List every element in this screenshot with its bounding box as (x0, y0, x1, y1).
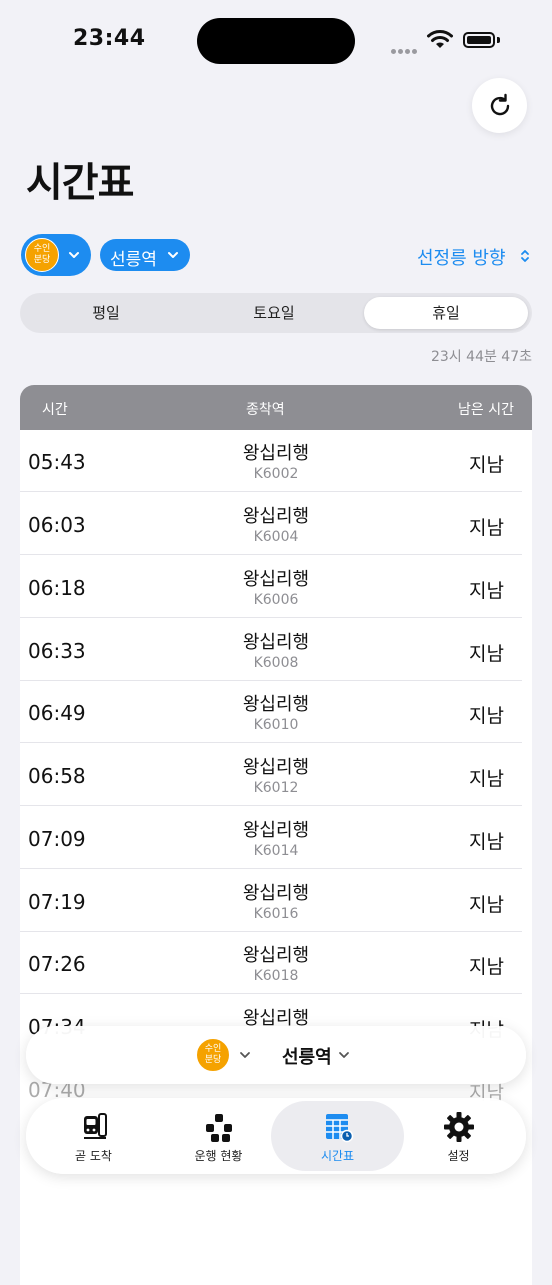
station-selector-button[interactable]: 선릉역 (100, 239, 190, 271)
table-row[interactable]: 07:19 왕십리행 K6016 지남 (20, 870, 532, 932)
battery-tip (497, 37, 500, 43)
train-number: K6008 (253, 655, 299, 671)
tab-weekday[interactable]: 평일 (24, 297, 188, 329)
timetable-icon (326, 1114, 354, 1143)
train-number: K6006 (253, 592, 299, 608)
destination: 왕십리행 (242, 569, 310, 590)
remaining-time: 지남 (469, 768, 504, 790)
remaining-time: 지남 (469, 643, 504, 665)
tab-holiday[interactable]: 휴일 (364, 297, 528, 329)
train-number: K6016 (253, 906, 299, 922)
remaining-time: 지남 (469, 580, 504, 602)
train-number: K6010 (253, 717, 299, 733)
station-label: 선릉역 (110, 250, 157, 270)
column-header-destination: 종착역 (246, 402, 285, 418)
remaining-time: 지남 (469, 894, 504, 916)
destination: 왕십리행 (242, 694, 310, 715)
tab-bar: 곧 도착 운행 현황 시간표 설정 (26, 1098, 526, 1174)
destination: 왕십리행 (242, 883, 310, 904)
tab-label: 운행 현황 (194, 1149, 243, 1163)
table-row[interactable]: 07:26 왕십리행 K6018 지남 (20, 932, 532, 994)
status-time: 23:44 (73, 26, 146, 51)
line-selector-button[interactable]: 수인 분당 (21, 234, 91, 276)
row-divider (20, 554, 522, 555)
remaining-time: 지남 (469, 705, 504, 727)
battery-icon (463, 32, 495, 48)
chevron-down-icon (339, 1052, 349, 1058)
train-number: K6004 (253, 529, 299, 545)
train-number: K6002 (253, 466, 299, 482)
train-number: K6012 (253, 780, 299, 796)
remaining-time: 지남 (469, 454, 504, 476)
destination: 왕십리행 (242, 506, 310, 527)
table-header: 시간 종착역 남은 시간 (20, 385, 532, 430)
table-row[interactable]: 06:03 왕십리행 K6004 지남 (20, 493, 532, 555)
train-number: K6018 (253, 968, 299, 984)
remaining-time: 지남 (469, 517, 504, 539)
line-badge: 수인 분당 (196, 1038, 230, 1072)
tab-label: 시간표 (320, 1149, 355, 1163)
gear-icon (444, 1112, 474, 1142)
table-row[interactable]: 06:18 왕십리행 K6006 지남 (20, 556, 532, 618)
table-row[interactable]: 06:49 왕십리행 K6010 지남 (20, 681, 532, 743)
row-divider (20, 993, 522, 994)
row-divider (20, 805, 522, 806)
table-row[interactable]: 07:09 왕십리행 K6014 지남 (20, 807, 532, 869)
page-title: 시간표 (26, 160, 134, 206)
table-row[interactable]: 06:58 왕십리행 K6012 지남 (20, 744, 532, 806)
destination: 왕십리행 (242, 757, 310, 778)
tab-settings[interactable]: 설정 (396, 1098, 521, 1174)
tab-operation-status[interactable]: 운행 현황 (156, 1098, 281, 1174)
line-badge: 수인 분당 (25, 238, 59, 272)
column-header-remaining: 남은 시간 (458, 402, 514, 418)
table-row[interactable]: 06:33 왕십리행 K6008 지남 (20, 619, 532, 681)
destination: 왕십리행 (242, 632, 310, 653)
destination: 왕십리행 (242, 820, 310, 841)
refresh-icon (490, 93, 509, 115)
chevron-down-icon (240, 1052, 250, 1058)
network-status-icon (206, 1114, 232, 1142)
chevron-down-icon (69, 252, 79, 258)
direction-selector[interactable]: 선정릉 방향 (417, 244, 506, 270)
train-front-icon (84, 1113, 107, 1139)
tab-label: 설정 (447, 1149, 470, 1163)
tab-label: 곧 도착 (75, 1149, 112, 1163)
tab-saturday[interactable]: 토요일 (192, 297, 356, 329)
tab-timetable[interactable]: 시간표 (271, 1098, 404, 1174)
status-bar: 23:44 (0, 0, 552, 80)
table-row[interactable]: 05:43 왕십리행 K6002 지남 (20, 430, 532, 492)
destination: 왕십리행 (242, 945, 310, 966)
wifi-icon (427, 30, 453, 48)
remaining-time: 지남 (469, 831, 504, 853)
chevron-down-icon (168, 252, 178, 258)
day-segmented-control: 평일 토요일 휴일 (20, 293, 532, 333)
train-number: K6014 (253, 843, 299, 859)
destination: 왕십리행 (242, 443, 310, 464)
refresh-button[interactable] (472, 78, 527, 133)
current-time-label: 23시 44분 47초 (431, 349, 532, 365)
dynamic-island (197, 18, 355, 64)
floating-station-selector[interactable]: 수인 분당 선릉역 (26, 1026, 526, 1084)
tab-arrival[interactable]: 곧 도착 (31, 1098, 156, 1174)
row-divider (20, 617, 522, 618)
row-divider (20, 742, 522, 743)
floating-station-name: 선릉역 (282, 1047, 332, 1068)
row-divider (20, 491, 522, 492)
signal-icon (391, 39, 421, 54)
chevron-up-down-icon[interactable] (520, 248, 530, 264)
column-header-time: 시간 (42, 402, 68, 418)
remaining-time: 지남 (469, 956, 504, 978)
row-divider (20, 868, 522, 869)
